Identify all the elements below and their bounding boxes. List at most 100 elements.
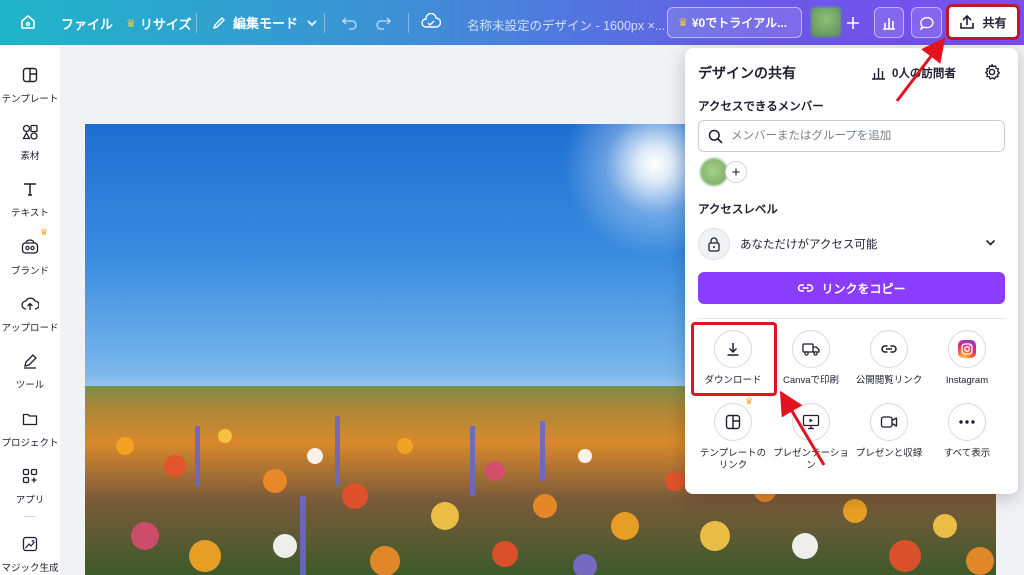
lock-icon — [698, 228, 730, 260]
document-title[interactable]: 名称未設定のデザイン - 1600px ×... — [467, 15, 665, 34]
present-icon — [792, 403, 830, 441]
option-label: すべて表示 — [943, 448, 991, 459]
trial-button[interactable]: ♛ ¥0でトライアル... — [667, 7, 802, 38]
text-icon — [20, 179, 40, 199]
option-label: 公開閲覧リンク — [855, 375, 923, 386]
member-avatar[interactable] — [700, 158, 728, 186]
crown-icon: ♛ — [126, 18, 136, 30]
sidebar-item-apps[interactable]: アプリ — [0, 466, 60, 506]
copy-link-button[interactable]: リンクをコピー — [698, 272, 1005, 304]
record-icon — [870, 403, 908, 441]
share-label: 共有 — [982, 15, 1007, 30]
truck-icon — [792, 330, 830, 368]
option-label: Canvaで印刷 — [783, 375, 839, 386]
bar-chart-icon — [872, 68, 885, 80]
sidebar-item-templates[interactable]: テンプレート — [0, 65, 60, 105]
redo-icon[interactable] — [375, 14, 392, 30]
plus-icon: + — [731, 163, 741, 181]
edit-mode-menu[interactable]: 編集モード — [211, 13, 318, 32]
sidebar-item-elements[interactable]: 素材 — [0, 122, 60, 162]
sidebar-item-label: ツール — [15, 380, 45, 391]
visitors-button[interactable]: 0人の訪問者 — [871, 65, 956, 81]
plus-icon — [846, 16, 859, 29]
sidebar-item-brand[interactable]: ♛ ブランド — [0, 227, 60, 277]
option-label: Instagram — [945, 375, 989, 386]
option-see-all[interactable]: すべて表示 — [928, 403, 1006, 460]
sidebar: テンプレート 素材 テキスト ♛ ブランド アップロード ツール プロジェクト … — [0, 45, 60, 575]
chevron-down-icon — [985, 239, 996, 246]
edit-mode-label: 編集モード — [233, 16, 299, 31]
access-level-value: あなただけがアクセス可能 — [740, 239, 878, 251]
elements-icon — [20, 122, 40, 142]
access-level-heading: アクセスレベル — [698, 204, 778, 216]
share-panel: デザインの共有 0人の訪問者 アクセスできるメンバー + アクセスレベル あなた… — [685, 48, 1018, 494]
upload-icon — [20, 294, 40, 314]
sidebar-item-label: マジック生成 — [1, 563, 59, 574]
sidebar-item-projects[interactable]: プロジェクト — [0, 409, 60, 449]
link-icon — [798, 284, 814, 292]
divider — [698, 318, 1005, 319]
sidebar-item-label: テキスト — [11, 208, 49, 219]
option-present-record[interactable]: プレゼンと収録 — [850, 403, 928, 460]
share-upload-icon — [960, 14, 975, 29]
option-label: テンプレートの リンク — [699, 448, 767, 471]
instagram-icon — [948, 330, 986, 368]
insights-button[interactable] — [874, 7, 904, 38]
access-level-select[interactable]: あなただけがアクセス可能 — [698, 226, 1005, 262]
chevron-down-icon — [307, 19, 317, 26]
gear-icon[interactable] — [983, 63, 1001, 86]
comment-button[interactable] — [911, 7, 942, 38]
option-label: プレゼンと収録 — [855, 448, 923, 459]
sidebar-item-label: プロジェクト — [1, 438, 59, 449]
cloud-saved-icon[interactable] — [421, 13, 441, 31]
add-member-button[interactable]: + — [725, 161, 747, 183]
members-heading: アクセスできるメンバー — [698, 101, 824, 113]
top-bar: ファイル ♛ リサイズ 編集モード 名称未設定のデザイン - 1600px ×.… — [0, 0, 1024, 45]
copy-link-label: リンクをコピー — [821, 281, 906, 296]
option-template-link[interactable]: ♛ テンプレートの リンク — [694, 396, 772, 472]
folder-icon — [20, 409, 40, 429]
search-icon — [708, 129, 723, 144]
sidebar-item-label: テンプレート — [1, 94, 59, 105]
template-link-icon — [714, 403, 752, 441]
brand-icon — [20, 237, 40, 257]
option-print[interactable]: Canvaで印刷 — [772, 330, 850, 387]
magic-media-icon — [20, 534, 40, 554]
avatar[interactable] — [811, 7, 841, 37]
comment-icon — [919, 16, 934, 31]
link-icon — [870, 330, 908, 368]
trial-label: ¥0でトライアル... — [691, 16, 788, 30]
crown-icon: ♛ — [678, 17, 688, 29]
sidebar-item-text[interactable]: テキスト — [0, 179, 60, 219]
bar-chart-icon — [883, 17, 895, 30]
pencil-icon — [213, 16, 225, 29]
file-menu[interactable]: ファイル — [61, 14, 113, 33]
option-instagram[interactable]: Instagram — [928, 330, 1006, 387]
more-icon — [948, 403, 986, 441]
sidebar-item-label: アップロード — [1, 323, 59, 334]
undo-icon[interactable] — [341, 14, 358, 30]
apps-icon — [20, 466, 40, 486]
share-button[interactable]: 共有 — [946, 4, 1020, 40]
crown-icon: ♛ — [40, 227, 49, 237]
tools-icon — [20, 351, 40, 371]
share-panel-title: デザインの共有 — [698, 65, 796, 81]
option-present[interactable]: プレゼンテーション — [772, 403, 850, 472]
resize-menu[interactable]: ♛ リサイズ — [126, 14, 192, 33]
member-search — [698, 120, 1005, 152]
visitors-label: 0人の訪問者 — [892, 68, 956, 80]
sidebar-divider — [24, 516, 36, 517]
sidebar-item-label: ブランド — [10, 266, 49, 277]
sidebar-item-magic-media[interactable]: マジック生成 — [0, 534, 60, 574]
sidebar-item-uploads[interactable]: アップロード — [0, 294, 60, 334]
sidebar-item-tools[interactable]: ツール — [0, 351, 60, 391]
sidebar-item-label: アプリ — [15, 495, 45, 506]
member-search-input[interactable] — [731, 130, 1001, 142]
template-icon — [20, 65, 40, 85]
add-collaborator-button[interactable] — [839, 7, 866, 38]
download-highlight-box — [691, 322, 777, 396]
option-label: プレゼンテーション — [773, 448, 849, 471]
home-icon[interactable] — [20, 14, 36, 30]
option-public-link[interactable]: 公開閲覧リンク — [850, 330, 928, 387]
resize-label: リサイズ — [139, 17, 192, 32]
